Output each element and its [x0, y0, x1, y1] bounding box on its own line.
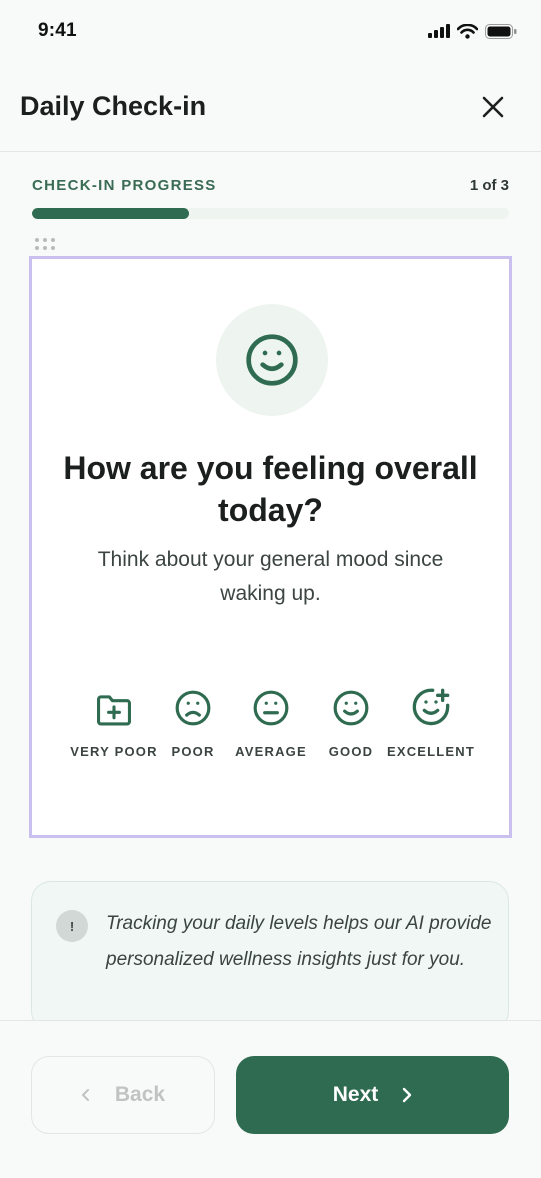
question-title: How are you feeling overall today?	[63, 450, 478, 528]
frown-icon	[175, 690, 211, 726]
folder-plus-icon	[97, 695, 131, 726]
next-button[interactable]: Next	[236, 1056, 509, 1134]
option-label: EXCELLENT	[386, 744, 476, 759]
close-icon	[482, 96, 504, 117]
progress-count: 1 of 3	[469, 176, 509, 194]
progress-label: CHECK-IN PROGRESS	[32, 176, 217, 194]
option-very-poor[interactable]: VERY POOR	[69, 689, 159, 762]
checkin-progress: CHECK-IN PROGRESS 1 of 3	[32, 172, 509, 219]
smile-icon	[333, 690, 369, 726]
header: Daily Check-in	[0, 62, 541, 152]
chevron-right-icon	[403, 1087, 412, 1103]
mood-options: VERY POOR POOR AVERAGE GOOD EXCELLENT	[70, 688, 476, 789]
question-card: How are you feeling overall today? Think…	[29, 256, 512, 838]
smile-plus-icon	[412, 688, 450, 726]
footer: Back Next	[0, 1020, 541, 1178]
next-label: Next	[332, 1083, 379, 1106]
neutral-face-icon	[253, 690, 289, 726]
option-average[interactable]: AVERAGE	[226, 689, 316, 762]
option-label: GOOD	[328, 744, 374, 759]
close-button[interactable]	[475, 89, 511, 125]
info-callout: ! Tracking your daily levels helps our A…	[31, 881, 509, 1031]
mood-illustration	[216, 304, 328, 416]
status-time: 9:41	[38, 20, 77, 41]
progress-fill	[32, 208, 190, 219]
wifi-icon	[457, 23, 478, 39]
progress-track	[32, 208, 509, 219]
option-poor[interactable]: POOR	[148, 689, 238, 762]
smile-icon	[246, 334, 298, 386]
info-icon: !	[56, 910, 88, 942]
chevron-left-icon	[81, 1089, 89, 1101]
question-subtitle: Think about your general mood since waki…	[97, 548, 444, 605]
option-label: AVERAGE	[235, 744, 307, 759]
back-label: Back	[114, 1083, 166, 1106]
info-text: Tracking your daily levels helps our AI …	[106, 913, 492, 970]
signal-icon	[428, 24, 450, 38]
battery-icon	[485, 23, 517, 39]
option-label: POOR	[171, 744, 215, 759]
option-excellent[interactable]: EXCELLENT	[386, 688, 476, 762]
option-good[interactable]: GOOD	[306, 689, 396, 762]
page-title: Daily Check-in	[20, 91, 207, 121]
status-icons	[428, 23, 517, 39]
drag-handle-icon[interactable]	[34, 237, 56, 251]
status-bar: 9:41	[0, 0, 541, 62]
back-button[interactable]: Back	[31, 1056, 215, 1134]
option-label: VERY POOR	[70, 744, 158, 759]
